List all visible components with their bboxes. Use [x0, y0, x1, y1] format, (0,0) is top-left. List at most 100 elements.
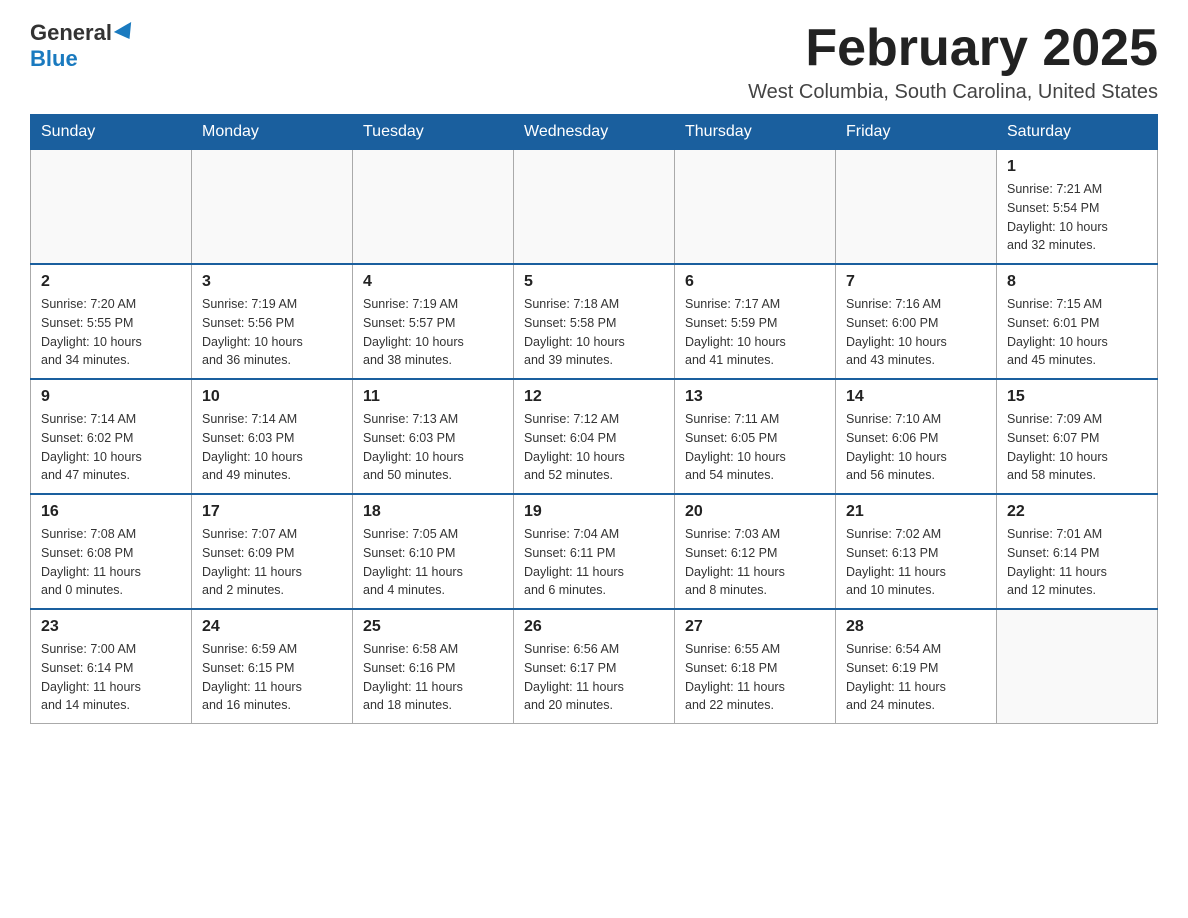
- page-header: General Blue February 2025 West Columbia…: [30, 20, 1158, 104]
- calendar-cell: 5 Sunrise: 7:18 AMSunset: 5:58 PMDaylight…: [514, 264, 675, 379]
- calendar-cell: 9 Sunrise: 7:14 AMSunset: 6:02 PMDaylight…: [31, 379, 192, 494]
- day-info: Sunrise: 7:13 AMSunset: 6:03 PMDaylight:…: [363, 410, 503, 485]
- day-info: Sunrise: 7:18 AMSunset: 5:58 PMDaylight:…: [524, 295, 664, 370]
- day-info: Sunrise: 7:05 AMSunset: 6:10 PMDaylight:…: [363, 525, 503, 600]
- day-number: 19: [524, 503, 664, 521]
- day-number: 1: [1007, 158, 1147, 176]
- day-number: 23: [41, 618, 181, 636]
- calendar-week-row: 2 Sunrise: 7:20 AMSunset: 5:55 PMDaylight…: [31, 264, 1158, 379]
- day-info: Sunrise: 6:54 AMSunset: 6:19 PMDaylight:…: [846, 640, 986, 715]
- calendar-cell: 23 Sunrise: 7:00 AMSunset: 6:14 PMDayligh…: [31, 609, 192, 724]
- calendar-cell: 19 Sunrise: 7:04 AMSunset: 6:11 PMDayligh…: [514, 494, 675, 609]
- day-number: 27: [685, 618, 825, 636]
- day-info: Sunrise: 6:58 AMSunset: 6:16 PMDaylight:…: [363, 640, 503, 715]
- calendar-cell: 26 Sunrise: 6:56 AMSunset: 6:17 PMDayligh…: [514, 609, 675, 724]
- day-number: 5: [524, 273, 664, 291]
- calendar-cell: 1 Sunrise: 7:21 AMSunset: 5:54 PMDaylight…: [997, 150, 1158, 265]
- calendar-cell: 25 Sunrise: 6:58 AMSunset: 6:16 PMDayligh…: [353, 609, 514, 724]
- day-info: Sunrise: 6:56 AMSunset: 6:17 PMDaylight:…: [524, 640, 664, 715]
- calendar-cell: 28 Sunrise: 6:54 AMSunset: 6:19 PMDayligh…: [836, 609, 997, 724]
- day-info: Sunrise: 6:55 AMSunset: 6:18 PMDaylight:…: [685, 640, 825, 715]
- calendar-week-row: 9 Sunrise: 7:14 AMSunset: 6:02 PMDaylight…: [31, 379, 1158, 494]
- calendar-header-thursday: Thursday: [675, 115, 836, 150]
- calendar-cell: 6 Sunrise: 7:17 AMSunset: 5:59 PMDaylight…: [675, 264, 836, 379]
- day-info: Sunrise: 7:10 AMSunset: 6:06 PMDaylight:…: [846, 410, 986, 485]
- calendar-cell: 4 Sunrise: 7:19 AMSunset: 5:57 PMDaylight…: [353, 264, 514, 379]
- day-number: 18: [363, 503, 503, 521]
- calendar-cell: 18 Sunrise: 7:05 AMSunset: 6:10 PMDayligh…: [353, 494, 514, 609]
- calendar-cell: [353, 150, 514, 265]
- day-number: 8: [1007, 273, 1147, 291]
- day-info: Sunrise: 7:14 AMSunset: 6:03 PMDaylight:…: [202, 410, 342, 485]
- day-number: 15: [1007, 388, 1147, 406]
- day-number: 3: [202, 273, 342, 291]
- calendar-cell: [997, 609, 1158, 724]
- day-info: Sunrise: 7:07 AMSunset: 6:09 PMDaylight:…: [202, 525, 342, 600]
- day-number: 20: [685, 503, 825, 521]
- calendar-cell: 22Sunrise: 7:01 AMSunset: 6:14 PMDayligh…: [997, 494, 1158, 609]
- calendar-header-row: SundayMondayTuesdayWednesdayThursdayFrid…: [31, 115, 1158, 150]
- logo-blue-text: Blue: [30, 46, 78, 72]
- day-number: 16: [41, 503, 181, 521]
- day-info: Sunrise: 7:17 AMSunset: 5:59 PMDaylight:…: [685, 295, 825, 370]
- calendar-cell: 17 Sunrise: 7:07 AMSunset: 6:09 PMDayligh…: [192, 494, 353, 609]
- day-number: 13: [685, 388, 825, 406]
- day-number: 24: [202, 618, 342, 636]
- calendar-cell: 13 Sunrise: 7:11 AMSunset: 6:05 PMDayligh…: [675, 379, 836, 494]
- day-info: Sunrise: 7:21 AMSunset: 5:54 PMDaylight:…: [1007, 180, 1147, 255]
- day-info: Sunrise: 7:02 AMSunset: 6:13 PMDaylight:…: [846, 525, 986, 600]
- day-number: 6: [685, 273, 825, 291]
- calendar-header-saturday: Saturday: [997, 115, 1158, 150]
- calendar-cell: [675, 150, 836, 265]
- day-info: Sunrise: 7:11 AMSunset: 6:05 PMDaylight:…: [685, 410, 825, 485]
- day-number: 9: [41, 388, 181, 406]
- calendar-cell: 15 Sunrise: 7:09 AMSunset: 6:07 PMDayligh…: [997, 379, 1158, 494]
- day-number: 12: [524, 388, 664, 406]
- day-number: 17: [202, 503, 342, 521]
- day-number: 14: [846, 388, 986, 406]
- day-number: 26: [524, 618, 664, 636]
- calendar-header-friday: Friday: [836, 115, 997, 150]
- day-number: 11: [363, 388, 503, 406]
- day-info: Sunrise: 7:20 AMSunset: 5:55 PMDaylight:…: [41, 295, 181, 370]
- day-number: 28: [846, 618, 986, 636]
- day-info: Sunrise: 7:00 AMSunset: 6:14 PMDaylight:…: [41, 640, 181, 715]
- calendar-cell: 8 Sunrise: 7:15 AMSunset: 6:01 PMDaylight…: [997, 264, 1158, 379]
- calendar-cell: 3Sunrise: 7:19 AMSunset: 5:56 PMDaylight…: [192, 264, 353, 379]
- logo-general-text: General: [30, 20, 112, 46]
- calendar-cell: 2 Sunrise: 7:20 AMSunset: 5:55 PMDaylight…: [31, 264, 192, 379]
- day-info: Sunrise: 7:04 AMSunset: 6:11 PMDaylight:…: [524, 525, 664, 600]
- day-info: Sunrise: 7:01 AMSunset: 6:14 PMDaylight:…: [1007, 525, 1147, 600]
- calendar-cell: [836, 150, 997, 265]
- day-info: Sunrise: 7:08 AMSunset: 6:08 PMDaylight:…: [41, 525, 181, 600]
- day-number: 2: [41, 273, 181, 291]
- logo-triangle-icon: [114, 22, 138, 44]
- calendar-cell: 20 Sunrise: 7:03 AMSunset: 6:12 PMDayligh…: [675, 494, 836, 609]
- calendar-cell: [31, 150, 192, 265]
- day-info: Sunrise: 7:16 AMSunset: 6:00 PMDaylight:…: [846, 295, 986, 370]
- day-info: Sunrise: 7:03 AMSunset: 6:12 PMDaylight:…: [685, 525, 825, 600]
- day-info: Sunrise: 7:14 AMSunset: 6:02 PMDaylight:…: [41, 410, 181, 485]
- month-title: February 2025: [748, 20, 1158, 77]
- calendar-cell: 12Sunrise: 7:12 AMSunset: 6:04 PMDayligh…: [514, 379, 675, 494]
- calendar-header-sunday: Sunday: [31, 115, 192, 150]
- calendar-header-wednesday: Wednesday: [514, 115, 675, 150]
- calendar-cell: 7Sunrise: 7:16 AMSunset: 6:00 PMDaylight…: [836, 264, 997, 379]
- day-info: Sunrise: 6:59 AMSunset: 6:15 PMDaylight:…: [202, 640, 342, 715]
- calendar-cell: 10Sunrise: 7:14 AMSunset: 6:03 PMDayligh…: [192, 379, 353, 494]
- calendar-header-tuesday: Tuesday: [353, 115, 514, 150]
- calendar-cell: 11 Sunrise: 7:13 AMSunset: 6:03 PMDayligh…: [353, 379, 514, 494]
- location-title: West Columbia, South Carolina, United St…: [748, 81, 1158, 104]
- calendar-week-row: 1 Sunrise: 7:21 AMSunset: 5:54 PMDaylight…: [31, 150, 1158, 265]
- calendar-cell: [514, 150, 675, 265]
- day-number: 4: [363, 273, 503, 291]
- logo: General Blue: [30, 20, 136, 72]
- calendar-cell: [192, 150, 353, 265]
- calendar-week-row: 23 Sunrise: 7:00 AMSunset: 6:14 PMDayligh…: [31, 609, 1158, 724]
- day-info: Sunrise: 7:09 AMSunset: 6:07 PMDaylight:…: [1007, 410, 1147, 485]
- day-info: Sunrise: 7:19 AMSunset: 5:57 PMDaylight:…: [363, 295, 503, 370]
- calendar-cell: 24 Sunrise: 6:59 AMSunset: 6:15 PMDayligh…: [192, 609, 353, 724]
- calendar-week-row: 16 Sunrise: 7:08 AMSunset: 6:08 PMDayligh…: [31, 494, 1158, 609]
- day-info: Sunrise: 7:15 AMSunset: 6:01 PMDaylight:…: [1007, 295, 1147, 370]
- day-number: 25: [363, 618, 503, 636]
